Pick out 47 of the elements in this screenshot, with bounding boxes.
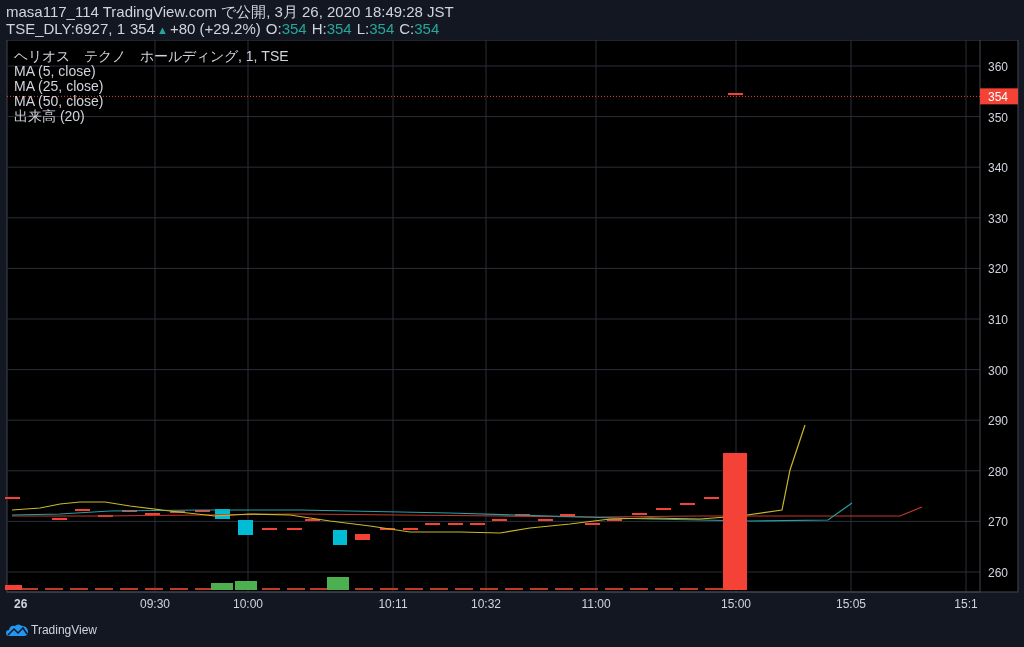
legend-label: MA (50, close) xyxy=(14,93,104,109)
volume-bar xyxy=(235,581,257,590)
price-axis-label: 360 xyxy=(988,60,1009,74)
up-arrow-icon: ▲ xyxy=(157,22,168,39)
time-axis-label: 09:30 xyxy=(140,597,170,611)
symbol-label: TSE_DLY:6927, 1 xyxy=(6,20,125,37)
time-axis-label: 10:00 xyxy=(233,597,263,611)
ohlc-label: L: xyxy=(356,20,370,37)
legend-label: MA (25, close) xyxy=(14,78,104,94)
logo-text: TradingView xyxy=(31,621,98,639)
candle xyxy=(238,520,253,535)
price-axis-label: 280 xyxy=(988,464,1009,479)
candle xyxy=(215,509,230,519)
cloud-logo-icon xyxy=(6,623,28,636)
publish-info: masa117_114 TradingView.com で公開, 3月 26, 2020 18:49:28 JST xyxy=(6,3,454,20)
price-axis-label: 340 xyxy=(988,161,1009,176)
candle xyxy=(355,534,370,540)
time-axis-label: 26 xyxy=(14,597,28,611)
time-axis-label: 15:1 xyxy=(954,597,978,611)
price-axis-label: 310 xyxy=(988,313,1009,327)
candle xyxy=(333,530,347,545)
price-axis-label: 260 xyxy=(988,566,1009,580)
price-axis-label: 330 xyxy=(988,211,1009,226)
price-axis-label: 300 xyxy=(988,363,1009,378)
price-axis-label: 290 xyxy=(988,414,1009,429)
last-price: 354 xyxy=(129,20,155,37)
ohlc-label: O: xyxy=(265,20,282,37)
ohlc-label: H: xyxy=(311,20,327,37)
time-axis-label: 15:00 xyxy=(721,597,751,611)
price-tag-background xyxy=(980,88,1018,105)
ohlc-value: 354 xyxy=(326,20,352,37)
ohlc-value: 354 xyxy=(369,20,395,37)
time-axis-label: 10:11 xyxy=(378,597,408,611)
time-axis-label: 15:05 xyxy=(836,597,866,611)
time-axis-label: 10:32 xyxy=(471,597,501,611)
price-axis-label: 270 xyxy=(988,515,1009,530)
time-axis-label: 11:00 xyxy=(581,597,611,611)
legend-label: MA (5, close) xyxy=(14,63,96,79)
price-change: +80 (+29.2%) xyxy=(169,20,261,37)
legend-label: ヘリオス テクノ ホールディング, 1, TSE xyxy=(14,48,289,64)
price-tag: 354 xyxy=(988,90,1009,105)
ohlc-label: C: xyxy=(399,20,415,37)
ohlc-value: 354 xyxy=(414,20,440,37)
ohlc-value: 354 xyxy=(281,20,307,37)
legend-label: 出来高 (20) xyxy=(14,108,85,124)
price-axis-label: 350 xyxy=(988,110,1009,125)
price-axis-label: 320 xyxy=(988,262,1009,277)
